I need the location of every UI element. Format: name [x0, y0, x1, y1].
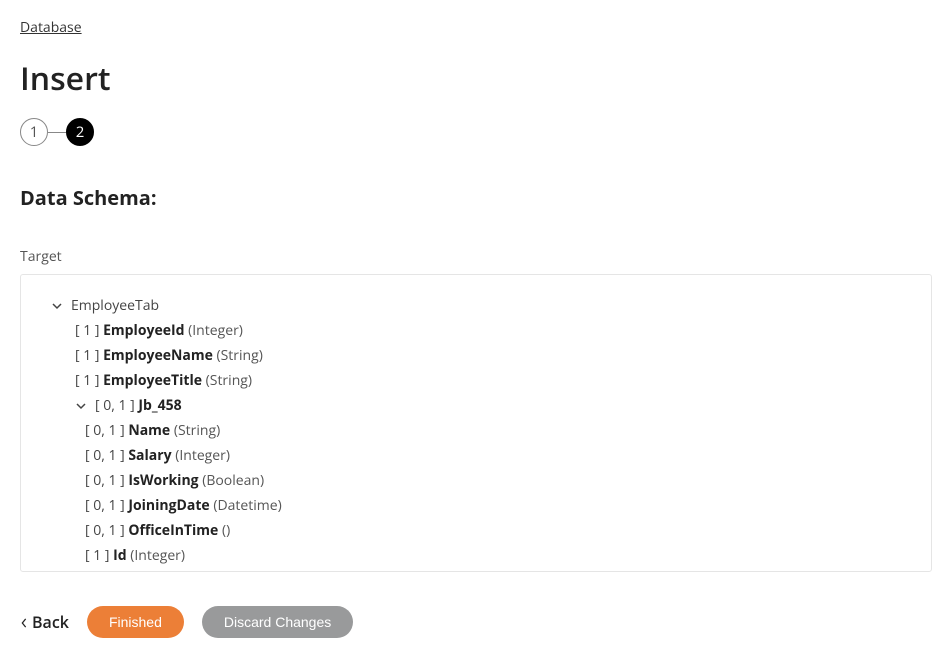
back-label: Back [32, 611, 69, 633]
cardinality: [ 0, 1 ] [85, 496, 125, 515]
target-label: Target [0, 237, 952, 274]
cardinality: [ 0, 1 ] [95, 396, 135, 415]
cardinality: [ 0, 1 ] [85, 446, 125, 465]
tree-field[interactable]: [ 1 ] EmployeeId (Integer) [41, 318, 911, 343]
field-type: (Integer) [130, 546, 185, 565]
tree-root-label: EmployeeTab [65, 295, 159, 316]
step-1[interactable]: 1 [20, 118, 48, 146]
field-type: () [222, 521, 230, 540]
finished-button[interactable]: Finished [87, 606, 184, 638]
field-name: Status [128, 571, 172, 572]
field-name: OfficeInTime [128, 521, 218, 540]
chevron-down-icon[interactable] [73, 401, 89, 411]
cardinality: [ 0, 1 ] [85, 521, 125, 540]
tree-root[interactable]: EmployeeTab [41, 293, 911, 318]
tree-field[interactable]: [ 0, 1 ] Salary (Integer) [41, 443, 911, 468]
field-name: Name [128, 421, 170, 440]
field-name: IsWorking [128, 471, 198, 490]
tree-nested-object[interactable]: [ 0, 1 ] Jb_458 [41, 393, 911, 418]
field-type: (String) [206, 371, 252, 390]
cardinality: [ 1 ] [85, 546, 109, 565]
field-type: (String) [174, 421, 220, 440]
step-indicator: 1 2 [0, 118, 952, 176]
field-name: EmployeeTitle [103, 371, 202, 390]
chevron-down-icon[interactable] [49, 301, 65, 311]
step-connector [48, 132, 66, 133]
cardinality: [ 0, 1 ] [85, 471, 125, 490]
tree-field[interactable]: [ 1 ] Id (Integer) [41, 543, 911, 568]
field-name: EmployeeName [103, 346, 213, 365]
schema-panel: EmployeeTab [ 1 ] EmployeeId (Integer) [… [20, 274, 932, 572]
section-title: Data Schema: [0, 176, 952, 237]
cardinality: [ 1 ] [75, 346, 99, 365]
actions-bar: Back Finished Discard Changes [0, 588, 952, 656]
field-name: Jb_458 [138, 396, 181, 415]
page-title: Insert [0, 45, 952, 118]
tree-field[interactable]: [ 0, 1 ] JoiningDate (Datetime) [41, 493, 911, 518]
field-type: (Boolean) [202, 471, 264, 490]
tree-field[interactable]: [ 0, 1 ] OfficeInTime () [41, 518, 911, 543]
cardinality: [ 1 ] [75, 321, 99, 340]
cardinality: [ 0, 1 ] [85, 571, 125, 572]
cardinality: [ 0, 1 ] [85, 421, 125, 440]
tree-field[interactable]: [ 1 ] EmployeeTitle (String) [41, 368, 911, 393]
step-2[interactable]: 2 [66, 118, 94, 146]
field-type: (String) [217, 346, 263, 365]
tree-field[interactable]: [ 0, 1 ] Name (String) [41, 418, 911, 443]
back-button[interactable]: Back [20, 611, 69, 633]
chevron-left-icon [20, 611, 28, 633]
field-type: (Integer) [188, 321, 243, 340]
field-type: (String) [176, 571, 222, 572]
tree-field[interactable]: [ 0, 1 ] Status (String) [41, 568, 911, 572]
cardinality: [ 1 ] [75, 371, 99, 390]
field-name: EmployeeId [103, 321, 184, 340]
breadcrumb-database-link[interactable]: Database [20, 18, 82, 37]
field-name: Id [113, 546, 127, 565]
field-type: (Integer) [175, 446, 230, 465]
field-type: (Datetime) [213, 496, 281, 515]
field-name: Salary [128, 446, 171, 465]
tree-field[interactable]: [ 0, 1 ] IsWorking (Boolean) [41, 468, 911, 493]
tree-field[interactable]: [ 1 ] EmployeeName (String) [41, 343, 911, 368]
breadcrumb: Database [0, 0, 952, 45]
field-name: JoiningDate [128, 496, 209, 515]
discard-button[interactable]: Discard Changes [202, 606, 353, 638]
